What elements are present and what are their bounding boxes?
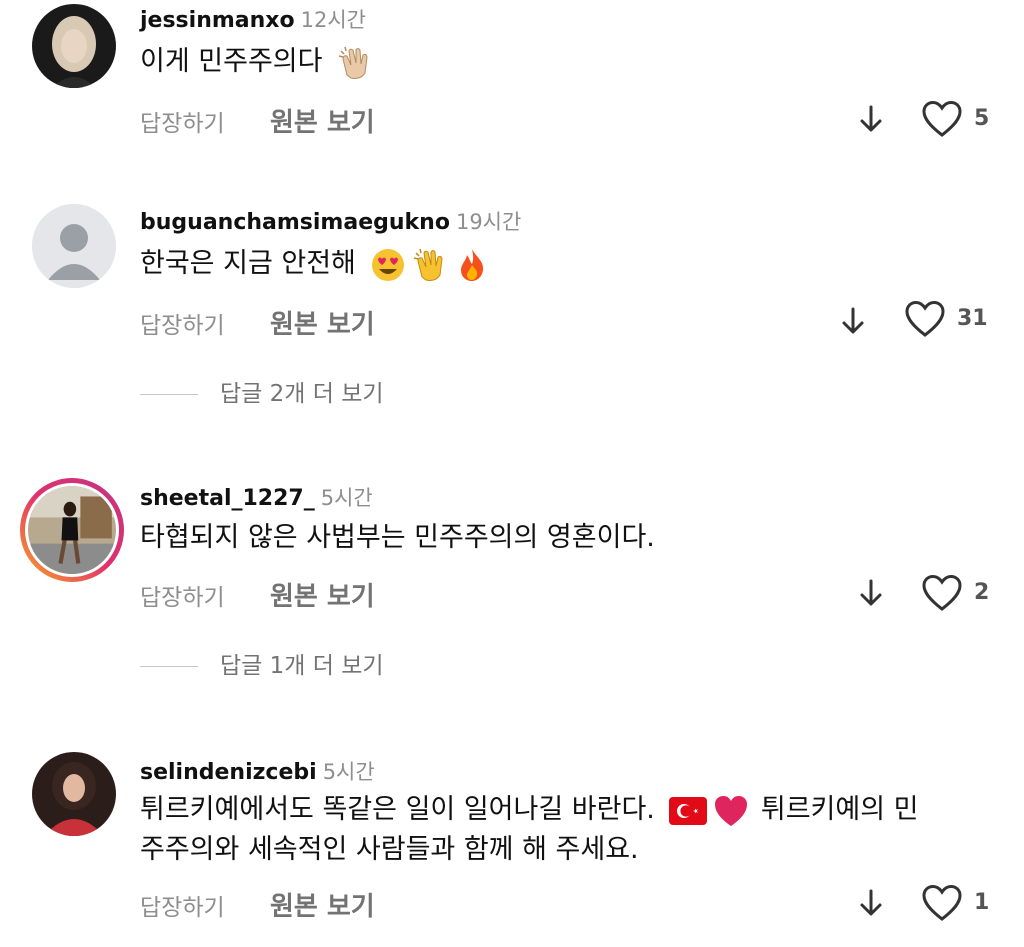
username[interactable]: sheetal_1227_: [140, 486, 315, 511]
avatar[interactable]: [32, 752, 116, 836]
heart-icon[interactable]: [904, 300, 946, 338]
heart-icon[interactable]: [921, 884, 963, 922]
see-original-button[interactable]: 원본 보기: [270, 304, 375, 341]
red-heart-icon: [713, 793, 749, 829]
divider-line: [140, 394, 198, 395]
like-count: 31: [957, 306, 988, 331]
comment-text: 한국은 지금 안전해: [140, 244, 1010, 284]
like-count: 5: [974, 106, 990, 131]
timestamp: 12시간: [300, 8, 366, 32]
heart-eyes-icon: [370, 247, 406, 283]
arrow-down-icon[interactable]: [840, 306, 866, 336]
username[interactable]: buguanchamsimaegukno: [140, 210, 450, 235]
arrow-down-icon[interactable]: [858, 888, 884, 918]
timestamp: 19시간: [455, 210, 522, 234]
reply-button[interactable]: 답장하기: [140, 104, 225, 138]
like-count: 2: [974, 580, 990, 605]
turkey-flag-icon: [668, 796, 707, 825]
view-more-replies-button[interactable]: 답글 2개 더 보기: [140, 374, 384, 408]
reply-button[interactable]: 답장하기: [140, 306, 225, 340]
fire-icon: [454, 247, 490, 283]
comment-text: 튀르키예에서도 똑같은 일이 일어나길 바란다. 튀르키예의 민 주주의와 세속…: [140, 793, 919, 865]
comment-text: 타협되지 않은 사법부는 민주주의의 영혼이다.: [140, 522, 655, 553]
see-original-button[interactable]: 원본 보기: [270, 576, 375, 613]
see-original-button[interactable]: 원본 보기: [270, 102, 375, 139]
divider-line: [140, 666, 198, 667]
clapping-hands-icon: [337, 45, 373, 81]
arrow-down-icon[interactable]: [858, 104, 884, 134]
view-more-replies-button[interactable]: 답글 1개 더 보기: [140, 646, 384, 680]
clapping-hands-icon: [412, 247, 448, 283]
heart-icon[interactable]: [921, 100, 963, 138]
reply-button[interactable]: 답장하기: [140, 578, 225, 612]
heart-icon[interactable]: [921, 574, 963, 612]
timestamp: 5시간: [320, 486, 373, 510]
arrow-down-icon[interactable]: [858, 578, 884, 608]
username[interactable]: selindenizcebi: [140, 760, 317, 785]
like-count: 1: [974, 890, 990, 915]
avatar[interactable]: [32, 4, 116, 88]
avatar[interactable]: [20, 478, 124, 582]
username[interactable]: jessinmanxo: [140, 8, 295, 33]
timestamp: 5시간: [322, 760, 375, 784]
avatar[interactable]: [32, 204, 116, 288]
comment-text: 이게 민주주의다: [140, 42, 1010, 82]
see-original-button[interactable]: 원본 보기: [270, 886, 375, 923]
reply-button[interactable]: 답장하기: [140, 888, 225, 922]
avatar-image: [25, 483, 119, 577]
